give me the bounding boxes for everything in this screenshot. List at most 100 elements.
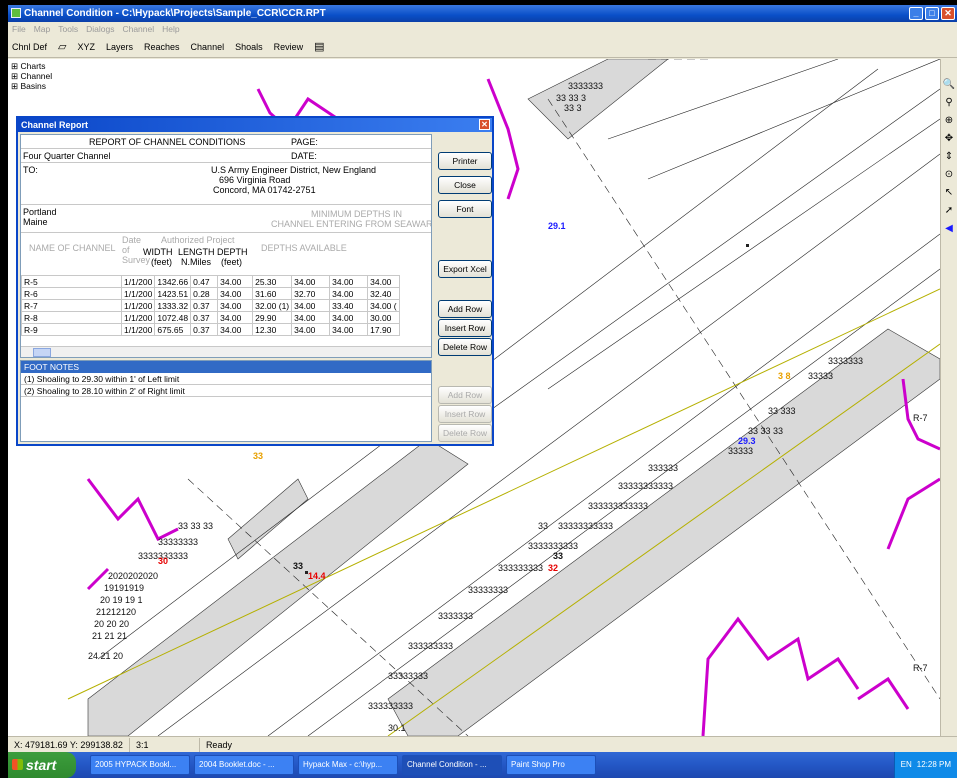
table-cell[interactable]: 0.37 — [190, 311, 219, 324]
table-cell[interactable]: R-6 — [21, 287, 122, 300]
table-cell[interactable]: 0.47 — [190, 275, 219, 288]
table-cell[interactable]: 1333.32 — [154, 299, 192, 312]
dialog-close-icon[interactable]: ✕ — [479, 119, 490, 130]
footnote-item[interactable]: (1) Shoaling to 29.30 within 1' of Left … — [21, 373, 431, 385]
table-cell[interactable]: 34.00 — [217, 299, 254, 312]
title-bar[interactable]: Channel Condition - C:\Hypack\Projects\S… — [8, 5, 957, 22]
toolbar-shoals[interactable]: Shoals — [235, 42, 263, 52]
toolbar-reaches[interactable]: Reaches — [144, 42, 180, 52]
toolbar-layers[interactable]: Layers — [106, 42, 133, 52]
table-cell[interactable]: 29.90 — [252, 311, 293, 324]
table-cell[interactable]: R-7 — [21, 299, 122, 312]
channel-name[interactable]: Four Quarter Channel — [23, 151, 111, 161]
table-cell[interactable]: 1/1/200 — [120, 299, 156, 312]
table-cell[interactable]: R-9 — [21, 323, 122, 336]
pan-icon[interactable]: ✥ — [945, 133, 953, 144]
close-window-button[interactable]: ✕ — [941, 7, 955, 20]
table-cell[interactable]: 1/1/200 — [120, 275, 156, 288]
minimize-button[interactable]: _ — [909, 7, 923, 20]
menu-dialogs[interactable]: Dialogs — [86, 22, 114, 36]
maximize-button[interactable]: □ — [925, 7, 939, 20]
table-cell[interactable]: 32.40 — [367, 287, 400, 300]
menu-channel[interactable]: Channel — [122, 22, 154, 36]
arrow-left-icon[interactable]: ◀ — [945, 223, 953, 234]
table-cell[interactable]: 34.00 — [329, 287, 369, 300]
horizontal-scrollbar[interactable] — [21, 346, 431, 357]
toolbar-xyz[interactable]: XYZ — [77, 42, 95, 52]
menu-file[interactable]: File — [12, 22, 26, 36]
table-cell[interactable]: R-8 — [21, 311, 122, 324]
tree-item-charts[interactable]: ⊞ Charts — [11, 61, 77, 71]
close-button[interactable]: Close — [438, 176, 492, 194]
export-xcel-button[interactable]: Export Xcel — [438, 260, 492, 278]
menu-tools[interactable]: Tools — [58, 22, 78, 36]
toolbar-chnl-def[interactable]: Chnl Def — [12, 42, 47, 52]
scrollbar-thumb[interactable] — [33, 348, 51, 357]
table-cell[interactable]: 34.00 — [329, 275, 369, 288]
table-row[interactable]: R-7 1/1/200 1333.32 0.37 34.00 32.00 (1) 34.00… — [21, 299, 400, 312]
table-cell[interactable]: 31.60 — [252, 287, 293, 300]
table-cell[interactable]: 30.00 — [367, 311, 400, 324]
table-cell[interactable]: 34.00 — [217, 287, 254, 300]
table-row[interactable]: R-8 1/1/200 1072.48 0.37 34.00 29.90 34.00 34.0… — [21, 311, 400, 324]
table-cell[interactable]: 34.00 — [291, 299, 331, 312]
zoom-window-icon[interactable]: ⊕ — [945, 115, 953, 126]
table-row[interactable]: R-5 1/1/200 1342.66 0.47 34.00 25.30 34.00 34.0… — [21, 275, 400, 288]
zoom-out-icon[interactable]: ⚲ — [945, 97, 952, 108]
task-booklet-doc[interactable]: 2004 Booklet.doc - ... — [194, 755, 294, 775]
table-cell[interactable]: 12.30 — [252, 323, 293, 336]
table-cell[interactable]: 33.40 — [329, 299, 369, 312]
table-cell[interactable]: 32.00 (1) — [252, 299, 293, 312]
table-cell[interactable]: 34.00 — [367, 275, 400, 288]
font-button[interactable]: Font — [438, 200, 492, 218]
target-icon[interactable]: ⊙ — [945, 169, 953, 180]
zoom-in-icon[interactable]: 🔍 — [943, 79, 955, 90]
add-row-button[interactable]: Add Row — [438, 300, 492, 318]
table-cell[interactable]: 1/1/200 — [120, 287, 156, 300]
tree-item-channel[interactable]: ⊞ Channel — [11, 71, 77, 81]
table-cell[interactable]: 1072.48 — [154, 311, 192, 324]
table-cell[interactable]: 34.00 ( — [367, 299, 400, 312]
table-cell[interactable]: 675.65 — [154, 323, 192, 336]
footnote-add-row-button[interactable]: Add Row — [438, 386, 492, 404]
table-cell[interactable]: 34.00 — [217, 323, 254, 336]
table-cell[interactable]: 34.00 — [329, 323, 369, 336]
move-icon[interactable]: ⇕ — [945, 151, 953, 162]
open-folder-icon[interactable]: ▱ — [58, 41, 66, 53]
task-hypack-booklet[interactable]: 2005 HYPACK Bookl... — [90, 755, 190, 775]
table-cell[interactable]: 34.00 — [291, 323, 331, 336]
delete-row-button[interactable]: Delete Row — [438, 338, 492, 356]
table-cell[interactable]: 34.00 — [291, 275, 331, 288]
table-cell[interactable]: 1/1/200 — [120, 311, 156, 324]
footnote-insert-row-button[interactable]: Insert Row — [438, 405, 492, 423]
task-paint-shop-pro[interactable]: Paint Shop Pro — [506, 755, 596, 775]
footnote-item[interactable]: (2) Shoaling to 28.10 within 2' of Right… — [21, 385, 431, 397]
menu-map[interactable]: Map — [34, 22, 51, 36]
toolbar-review[interactable]: Review — [274, 42, 304, 52]
table-row[interactable]: R-9 1/1/200 675.65 0.37 34.00 12.30 34.00 34.00… — [21, 323, 400, 336]
table-cell[interactable]: 0.37 — [190, 323, 219, 336]
table-cell[interactable]: 1342.66 — [154, 275, 192, 288]
pointer-icon[interactable]: ↖ — [945, 187, 953, 198]
printer-button[interactable]: Printer — [438, 152, 492, 170]
table-cell[interactable]: 1423.51 — [154, 287, 192, 300]
table-cell[interactable]: 25.30 — [252, 275, 293, 288]
insert-row-button[interactable]: Insert Row — [438, 319, 492, 337]
table-cell[interactable]: 34.00 — [217, 311, 254, 324]
dialog-title-bar[interactable]: Channel Report ✕ — [18, 118, 492, 132]
table-cell[interactable]: 32.70 — [291, 287, 331, 300]
table-cell[interactable]: 17.90 — [367, 323, 400, 336]
table-cell[interactable]: 1/1/200 — [120, 323, 156, 336]
footnote-delete-row-button[interactable]: Delete Row — [438, 424, 492, 442]
toolbar-channel[interactable]: Channel — [191, 42, 225, 52]
language-indicator[interactable]: EN — [901, 752, 912, 778]
select-icon[interactable]: ➚ — [945, 205, 953, 216]
table-row[interactable]: R-6 1/1/200 1423.51 0.28 34.00 31.60 32.70 34.0… — [21, 287, 400, 300]
menu-help[interactable]: Help — [162, 22, 179, 36]
start-button[interactable]: start — [8, 752, 76, 778]
table-cell[interactable]: 0.37 — [190, 299, 219, 312]
table-cell[interactable]: 0.28 — [190, 287, 219, 300]
table-cell[interactable]: 34.00 — [217, 275, 254, 288]
table-cell[interactable]: 34.00 — [291, 311, 331, 324]
report-icon[interactable]: ▤ — [314, 41, 324, 53]
